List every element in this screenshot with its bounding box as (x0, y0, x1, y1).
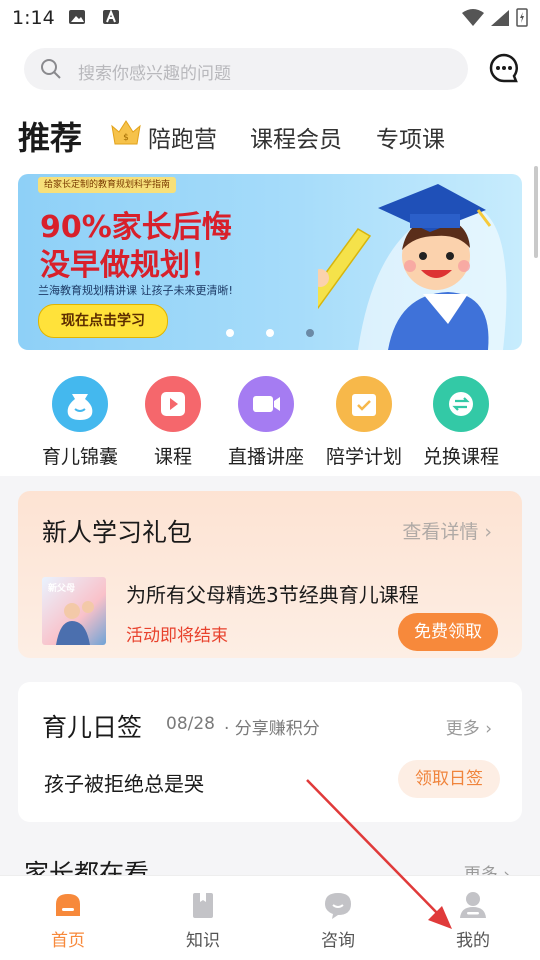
daily-sign-card[interactable]: 育儿日签 08/28 · 分享赚积分 更多 › 孩子被拒绝总是哭 领取日签 (18, 682, 522, 822)
tab-companion-camp[interactable]: 陪跑营 (148, 120, 217, 154)
quick-entry-row: 育儿锦囊 课程 直播讲座 陪学计划 兑换课程 (0, 376, 540, 476)
tab-me-label: 我的 (456, 931, 490, 951)
tab-knowledge-label: 知识 (186, 931, 220, 951)
search-placeholder: 搜索你感兴趣的问题 (78, 64, 231, 84)
signal-icon (491, 10, 509, 26)
carousel-dot[interactable] (226, 329, 234, 337)
message-icon[interactable] (488, 52, 520, 84)
carousel-dot[interactable] (266, 329, 274, 337)
daily-sign-date: 08/28 (166, 714, 215, 734)
scrollbar[interactable] (534, 166, 538, 258)
tab-me[interactable]: 我的 (423, 876, 523, 960)
banner-illustration (318, 184, 507, 350)
image-icon (69, 10, 85, 24)
daily-sign-title: 育儿日签 (42, 713, 143, 742)
exchange-icon (433, 376, 489, 432)
crown-icon: $ (111, 120, 141, 145)
gift-card-detail-link[interactable]: 查看详情 › (402, 517, 492, 544)
daily-sign-more-link[interactable]: 更多 › (446, 714, 492, 739)
status-bar: 1:14 (0, 0, 540, 36)
tab-home-label: 首页 (51, 931, 85, 951)
status-time: 1:14 (12, 7, 55, 29)
font-icon (103, 9, 119, 24)
quick-entry-label: 直播讲座 (227, 446, 304, 468)
tab-home[interactable]: 首页 (18, 876, 118, 960)
banner-tag: 给家长定制的教育规划科学指南 (38, 177, 177, 193)
free-claim-button[interactable]: 免费领取 (398, 613, 498, 651)
banner-subtitle: 兰海教育规划精讲课 让孩子未来更清晰! (38, 284, 233, 297)
quick-entry-label: 兑换课程 (422, 446, 499, 468)
new-user-gift-card[interactable]: 新人学习礼包 查看详情 › 新父母 为所有父母精选3节经典育儿课程 活动即将结束… (18, 491, 522, 658)
book-cover: 新父母 (42, 577, 106, 645)
tab-recommend[interactable]: 推荐 (18, 113, 82, 159)
search-icon (41, 59, 61, 79)
tab-knowledge[interactable]: 知识 (153, 876, 253, 960)
chevron-right-icon: › (485, 719, 492, 739)
gift-card-ending-notice: 活动即将结束 (126, 626, 228, 646)
more-label: 更多 (445, 719, 480, 739)
svg-text:$: $ (123, 133, 129, 143)
pouch-icon (52, 376, 108, 432)
quick-entry-label: 课程 (153, 446, 192, 468)
wifi-icon (462, 9, 484, 26)
book-icon (193, 893, 213, 918)
quick-entry-label: 陪学计划 (325, 446, 402, 468)
gift-card-title: 新人学习礼包 (42, 518, 193, 547)
search-input[interactable]: 搜索你感兴趣的问题 (24, 48, 468, 90)
bottom-tab-bar: 首页 知识 咨询 我的 (0, 876, 540, 960)
daily-sign-question: 孩子被拒绝总是哭 (44, 772, 204, 796)
user-icon (460, 892, 486, 918)
banner[interactable]: 给家长定制的教育规划科学指南 90%家长后悔 没早做规划！ 兰海教育规划精讲课 … (18, 174, 522, 350)
tab-course-membership[interactable]: 课程会员 (250, 120, 342, 154)
banner-headline-2: 没早做规划！ (40, 248, 220, 283)
tab-consult[interactable]: 咨询 (288, 876, 388, 960)
video-camera-icon (238, 376, 294, 432)
tab-special-course[interactable]: 专项课 (376, 120, 445, 154)
carousel-dot-active[interactable] (306, 329, 314, 337)
daily-sign-share[interactable]: · 分享赚积分 (224, 714, 320, 739)
chevron-right-icon: › (484, 521, 492, 543)
gift-card-description: 为所有父母精选3节经典育儿课程 (126, 583, 419, 607)
detail-link-label: 查看详情 (402, 521, 479, 543)
quick-entry-label: 育儿锦囊 (41, 446, 118, 468)
claim-daily-sign-button[interactable]: 领取日签 (398, 760, 500, 798)
home-icon (56, 894, 80, 916)
chat-bubble-icon (325, 893, 351, 919)
calendar-check-icon (336, 376, 392, 432)
play-icon (145, 376, 201, 432)
tab-consult-label: 咨询 (321, 931, 355, 951)
banner-study-button[interactable]: 现在点击学习 (38, 304, 168, 338)
battery-icon (516, 8, 528, 27)
